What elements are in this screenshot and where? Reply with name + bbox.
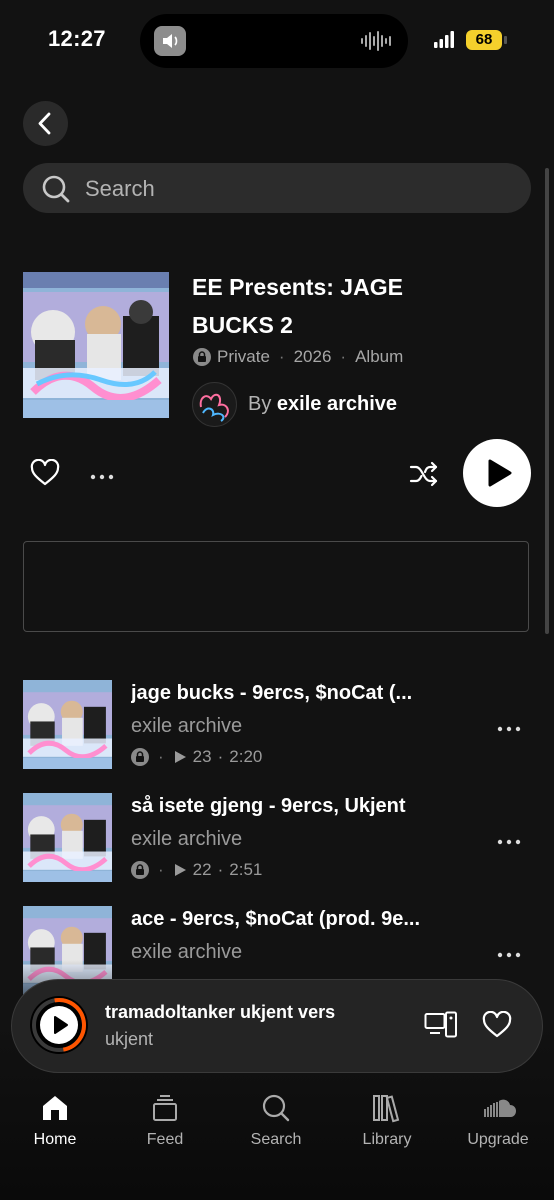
home-icon xyxy=(43,1096,67,1120)
track-artist: exile archive xyxy=(131,828,243,850)
track-title: ace - 9ercs, $noCat (prod. 9e... xyxy=(131,908,420,930)
track-title: så isete gjeng - 9ercs, Ukjent xyxy=(131,795,406,817)
dynamic-island xyxy=(140,14,408,68)
progress-ring-icon xyxy=(32,998,86,1052)
scrollbar[interactable] xyxy=(545,168,549,634)
more-horizontal-icon xyxy=(90,474,114,480)
cellular-signal-icon xyxy=(434,30,458,53)
waveform-icon xyxy=(360,30,394,57)
album-cover[interactable] xyxy=(23,272,169,418)
lock-icon xyxy=(131,861,149,879)
tab-bar: Home Feed Search Library Upgrade xyxy=(0,1085,554,1200)
status-time: 12:27 xyxy=(48,26,106,51)
search-icon xyxy=(42,175,70,203)
play-icon xyxy=(488,459,512,487)
more-horizontal-icon xyxy=(497,726,521,732)
artist-byline[interactable]: By exile archive xyxy=(248,393,397,416)
track-meta: · 23 · 2:20 xyxy=(131,747,262,767)
track-row[interactable]: jage bucks - 9ercs, $noCat (... exile ar… xyxy=(23,680,533,772)
play-button[interactable] xyxy=(463,439,531,507)
play-count: 23 xyxy=(192,747,212,766)
tab-label: Home xyxy=(33,1131,77,1148)
track-cover xyxy=(23,793,112,882)
lock-icon xyxy=(193,348,211,366)
separator-dot: · xyxy=(278,347,285,366)
shuffle-icon xyxy=(409,461,438,487)
back-button[interactable] xyxy=(23,101,68,146)
speaker-icon xyxy=(154,26,186,56)
track-more-button[interactable] xyxy=(497,720,521,738)
search-placeholder: Search xyxy=(85,176,155,201)
album-title: EE Presents: JAGE BUCKS 2 xyxy=(192,274,403,338)
more-options-button[interactable] xyxy=(90,468,114,486)
track-more-button[interactable] xyxy=(497,833,521,851)
tab-label: Library xyxy=(362,1131,412,1148)
separator-dot: · xyxy=(158,747,164,766)
now-playing-title: tramadoltanker ukjent vers xyxy=(105,1002,336,1022)
tab-label: Search xyxy=(250,1131,302,1148)
cloud-icon xyxy=(484,1099,516,1117)
search-input[interactable]: Search xyxy=(23,163,531,213)
play-count: 22 xyxy=(192,860,212,879)
connect-device-button[interactable] xyxy=(424,1011,458,1044)
track-cover xyxy=(23,680,112,769)
shuffle-button[interactable] xyxy=(408,459,440,494)
artist-avatar[interactable] xyxy=(192,382,237,427)
more-horizontal-icon xyxy=(497,952,521,958)
separator-dot: · xyxy=(340,347,347,366)
like-button[interactable] xyxy=(30,458,60,492)
device-icon xyxy=(424,1011,457,1038)
track-row[interactable]: så isete gjeng - 9ercs, Ukjent exile arc… xyxy=(23,793,533,885)
mini-player-play-button[interactable] xyxy=(30,996,88,1054)
track-duration: 2:51 xyxy=(229,860,263,879)
album-year: 2026 xyxy=(293,347,332,366)
track-artist: exile archive xyxy=(131,715,243,737)
mini-player[interactable]: tramadoltanker ukjent vers ukjent xyxy=(11,979,543,1073)
play-count-icon xyxy=(174,864,186,876)
mini-like-button[interactable] xyxy=(482,1010,512,1044)
lock-icon xyxy=(131,748,149,766)
search-icon xyxy=(262,1094,290,1122)
by-prefix: By xyxy=(248,393,272,415)
heart-icon xyxy=(30,458,60,486)
feed-icon xyxy=(153,1095,177,1121)
privacy-label: Private xyxy=(217,347,270,366)
artist-name: exile archive xyxy=(276,393,397,415)
tab-label: Feed xyxy=(146,1131,184,1148)
separator-dot: · xyxy=(217,747,224,766)
track-title: jage bucks - 9ercs, $noCat (... xyxy=(131,682,413,704)
tab-label: Upgrade xyxy=(467,1131,529,1148)
play-count-icon xyxy=(174,751,186,763)
more-horizontal-icon xyxy=(497,839,521,845)
description-box xyxy=(23,541,529,632)
battery-indicator: 68 xyxy=(466,30,502,50)
battery-tip xyxy=(504,36,507,44)
chevron-left-icon xyxy=(38,112,51,135)
separator-dot: · xyxy=(217,860,224,879)
library-icon xyxy=(373,1095,400,1123)
now-playing-artist: ukjent xyxy=(105,1029,154,1049)
track-meta: · 22 · 2:51 xyxy=(131,860,262,880)
album-type: Album xyxy=(355,347,404,366)
heart-icon xyxy=(482,1010,512,1038)
album-meta: Private · 2026 · Album xyxy=(193,347,403,367)
separator-dot: · xyxy=(158,860,164,879)
track-duration: 2:20 xyxy=(229,747,263,766)
